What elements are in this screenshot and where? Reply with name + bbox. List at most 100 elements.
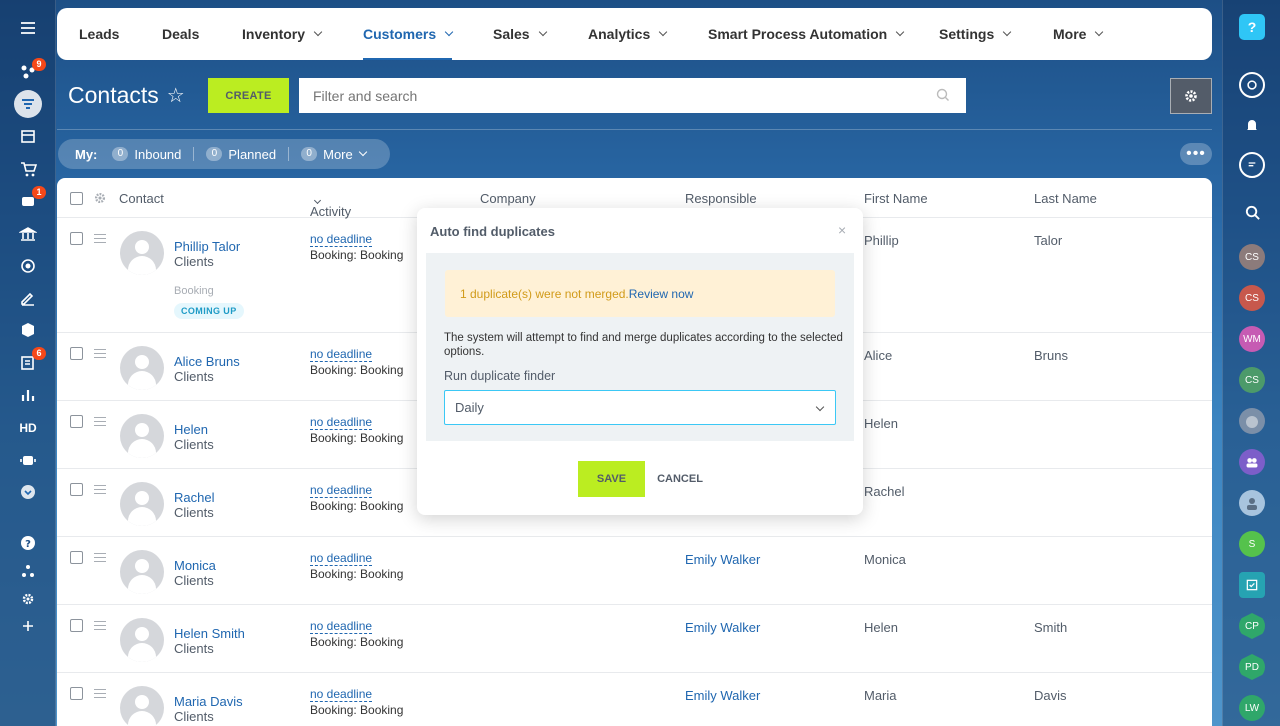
column-responsible[interactable]: Responsible bbox=[685, 191, 757, 206]
frequency-select[interactable]: Daily bbox=[444, 390, 836, 425]
column-last-name[interactable]: Last Name bbox=[1034, 191, 1097, 206]
nav-more[interactable]: More bbox=[1053, 8, 1104, 60]
column-first-name[interactable]: First Name bbox=[864, 191, 928, 206]
menu-icon[interactable] bbox=[14, 14, 42, 42]
responsible-link[interactable]: Emily Walker bbox=[685, 688, 760, 703]
activity-deadline-link[interactable]: no deadline bbox=[310, 416, 373, 430]
people-avatar-icon[interactable] bbox=[1239, 490, 1265, 516]
select-all-checkbox[interactable] bbox=[70, 192, 83, 205]
avatar[interactable]: S bbox=[1239, 531, 1265, 557]
nav-analytics[interactable]: Analytics bbox=[588, 8, 668, 60]
create-button[interactable]: CREATE bbox=[208, 78, 289, 113]
cat-avatar-icon[interactable] bbox=[1239, 408, 1265, 434]
help-question-icon[interactable]: ? bbox=[1239, 14, 1265, 40]
row-checkbox[interactable] bbox=[70, 347, 83, 360]
avatar[interactable]: LW bbox=[1239, 695, 1265, 721]
close-icon[interactable]: × bbox=[838, 222, 846, 238]
structure-icon[interactable] bbox=[14, 557, 42, 585]
activity-deadline-link[interactable]: no deadline bbox=[310, 233, 373, 247]
search-input[interactable] bbox=[299, 78, 966, 113]
drag-handle-icon[interactable] bbox=[94, 234, 106, 243]
avatar[interactable]: CS bbox=[1239, 244, 1265, 270]
save-button[interactable]: SAVE bbox=[578, 461, 645, 497]
drag-handle-icon[interactable] bbox=[94, 349, 106, 358]
review-now-link[interactable]: Review now bbox=[629, 287, 694, 301]
task-check-icon[interactable] bbox=[1239, 572, 1265, 598]
cart-icon[interactable] bbox=[14, 155, 42, 183]
nav-sales[interactable]: Sales bbox=[493, 8, 547, 60]
filter-more[interactable]: More bbox=[323, 147, 353, 162]
nav-leads[interactable]: Leads bbox=[79, 8, 119, 60]
bank-icon[interactable] bbox=[14, 220, 42, 248]
cancel-button[interactable]: CANCEL bbox=[655, 461, 705, 497]
contact-name-link[interactable]: Alice Bruns bbox=[174, 354, 240, 369]
row-checkbox[interactable] bbox=[70, 483, 83, 496]
crm-filter-icon[interactable] bbox=[14, 90, 42, 118]
table-row[interactable]: Helen Smith Clients no deadline Booking:… bbox=[57, 605, 1212, 673]
avatar[interactable]: CS bbox=[1239, 367, 1265, 393]
nav-inventory[interactable]: Inventory bbox=[242, 8, 323, 60]
responsible-link[interactable]: Emily Walker bbox=[685, 620, 760, 635]
row-checkbox[interactable] bbox=[70, 619, 83, 632]
activity-deadline-link[interactable]: no deadline bbox=[310, 348, 373, 362]
settings-gear-icon[interactable] bbox=[14, 585, 42, 613]
nav-deals[interactable]: Deals bbox=[162, 8, 199, 60]
contact-name-link[interactable]: Helen Smith bbox=[174, 626, 245, 641]
drag-handle-icon[interactable] bbox=[94, 553, 106, 562]
column-settings-gear-icon[interactable] bbox=[93, 191, 107, 205]
responsible-link[interactable]: Emily Walker bbox=[685, 552, 760, 567]
drag-handle-icon[interactable] bbox=[94, 417, 106, 426]
contact-name-link[interactable]: Helen bbox=[174, 422, 208, 437]
robot-icon[interactable] bbox=[14, 446, 42, 474]
contact-name-link[interactable]: Phillip Talor bbox=[174, 239, 240, 254]
copilot-icon[interactable] bbox=[1239, 72, 1265, 98]
activity-deadline-link[interactable]: no deadline bbox=[310, 484, 373, 498]
more-down-icon[interactable] bbox=[14, 478, 42, 506]
table-row[interactable]: Maria Davis Clients no deadline Booking:… bbox=[57, 673, 1212, 726]
avatar[interactable]: WM bbox=[1239, 326, 1265, 352]
drag-handle-icon[interactable] bbox=[94, 621, 106, 630]
column-company[interactable]: Company bbox=[480, 191, 536, 206]
contact-name-link[interactable]: Monica bbox=[174, 558, 216, 573]
filter-inbound[interactable]: Inbound bbox=[134, 147, 181, 162]
avatar[interactable]: CS bbox=[1239, 285, 1265, 311]
signature-icon[interactable] bbox=[14, 284, 42, 312]
column-activity[interactable]: Activity bbox=[310, 191, 351, 219]
more-options-button[interactable]: ••• bbox=[1180, 143, 1212, 165]
filter-planned[interactable]: Planned bbox=[228, 147, 276, 162]
contact-name-link[interactable]: Rachel bbox=[174, 490, 214, 505]
plus-icon[interactable] bbox=[14, 612, 42, 640]
settings-button[interactable] bbox=[1170, 78, 1212, 114]
analytics-icon[interactable] bbox=[14, 381, 42, 409]
tasks-icon[interactable]: 6 bbox=[14, 347, 46, 377]
inbox-icon[interactable]: 1 bbox=[14, 186, 46, 215]
target-icon[interactable] bbox=[14, 252, 42, 280]
row-checkbox[interactable] bbox=[70, 232, 83, 245]
row-checkbox[interactable] bbox=[70, 551, 83, 564]
avatar[interactable]: PD bbox=[1239, 654, 1265, 680]
nav-settings[interactable]: Settings bbox=[939, 8, 1012, 60]
row-checkbox[interactable] bbox=[70, 415, 83, 428]
drag-handle-icon[interactable] bbox=[94, 689, 106, 698]
star-icon[interactable]: ☆ bbox=[167, 83, 185, 108]
column-contact[interactable]: Contact bbox=[119, 191, 164, 206]
activity-deadline-link[interactable]: no deadline bbox=[310, 552, 373, 566]
drag-handle-icon[interactable] bbox=[94, 485, 106, 494]
nav-customers[interactable]: Customers bbox=[363, 8, 454, 60]
calendar-icon[interactable] bbox=[14, 122, 42, 150]
chat-icon[interactable] bbox=[1239, 152, 1265, 178]
nav-smart-process-automation[interactable]: Smart Process Automation bbox=[708, 8, 905, 60]
table-row[interactable]: Monica Clients no deadline Booking: Book… bbox=[57, 537, 1212, 605]
row-checkbox[interactable] bbox=[70, 687, 83, 700]
bell-icon[interactable] bbox=[1239, 112, 1265, 138]
feed-icon[interactable]: 9 bbox=[14, 58, 46, 86]
search-icon[interactable] bbox=[935, 87, 951, 103]
activity-deadline-link[interactable]: no deadline bbox=[310, 688, 373, 702]
contact-name-link[interactable]: Maria Davis bbox=[174, 694, 243, 709]
group-icon[interactable] bbox=[1239, 449, 1265, 475]
search-icon[interactable] bbox=[1239, 199, 1265, 225]
activity-deadline-link[interactable]: no deadline bbox=[310, 620, 373, 634]
box-icon[interactable] bbox=[14, 316, 42, 344]
help-icon[interactable]: ? bbox=[14, 529, 42, 557]
avatar[interactable]: CP bbox=[1239, 613, 1265, 639]
